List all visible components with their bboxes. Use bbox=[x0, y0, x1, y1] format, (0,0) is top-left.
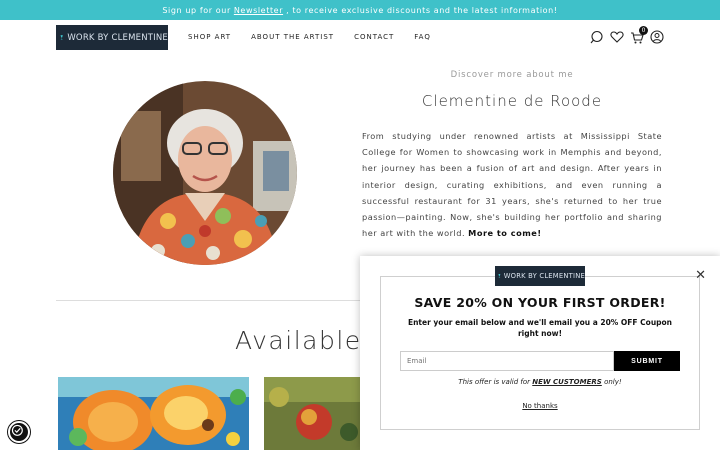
account-icon[interactable] bbox=[650, 30, 664, 44]
logo-glass-icon bbox=[498, 274, 501, 278]
accessibility-button[interactable] bbox=[8, 421, 30, 443]
bio-text: From studying under renowned artists at … bbox=[362, 131, 662, 239]
announcement-prefix: Sign up for our bbox=[162, 5, 231, 15]
popup-subtext: Enter your email below and we'll email y… bbox=[407, 318, 673, 338]
site-header: WORK BY CLEMENTINE SHOP ART ABOUT THE AR… bbox=[0, 20, 720, 56]
nav-shop-art[interactable]: SHOP ART bbox=[188, 33, 231, 41]
nav-faq[interactable]: FAQ bbox=[414, 33, 431, 41]
announcement-bar: Sign up for our Newsletter , to receive … bbox=[0, 0, 720, 20]
product-thumbnail[interactable] bbox=[264, 377, 364, 450]
search-icon[interactable] bbox=[590, 30, 604, 44]
cart-button[interactable]: 0 bbox=[630, 26, 648, 44]
popup-logo: WORK BY CLEMENTINE bbox=[495, 266, 585, 286]
announcement-suffix: , to receive exclusive discounts and the… bbox=[286, 5, 558, 15]
cart-count-badge: 0 bbox=[639, 26, 648, 35]
nav-contact[interactable]: CONTACT bbox=[354, 33, 394, 41]
product-thumbnail[interactable] bbox=[58, 377, 249, 450]
no-thanks-link[interactable]: No thanks bbox=[360, 402, 720, 410]
newsletter-link[interactable]: Newsletter bbox=[234, 6, 283, 15]
close-icon[interactable]: ✕ bbox=[695, 269, 706, 283]
section-title: Available bbox=[235, 326, 362, 355]
bio-more-to-come: More to come! bbox=[468, 228, 542, 239]
nav-about-the-artist[interactable]: ABOUT THE ARTIST bbox=[251, 33, 334, 41]
artist-bio: From studying under renowned artists at … bbox=[362, 128, 662, 241]
main-nav: SHOP ART ABOUT THE ARTIST CONTACT FAQ bbox=[188, 33, 431, 41]
header-icons: 0 bbox=[590, 26, 664, 44]
submit-button[interactable]: SUBMIT bbox=[614, 351, 680, 371]
logo-text: WORK BY CLEMENTINE bbox=[67, 32, 168, 43]
email-field[interactable] bbox=[400, 351, 614, 371]
offer-note: This offer is valid for NEW CUSTOMERS on… bbox=[360, 378, 720, 386]
popup-heading: SAVE 20% ON YOUR FIRST ORDER! bbox=[414, 295, 666, 310]
offer-prefix: This offer is valid for bbox=[458, 378, 531, 386]
popup-logo-text: WORK BY CLEMENTINE bbox=[503, 272, 585, 280]
site-logo[interactable]: WORK BY CLEMENTINE bbox=[56, 25, 168, 50]
offer-new-customers: NEW CUSTOMERS bbox=[532, 378, 602, 386]
about-section: Discover more about me Clementine de Roo… bbox=[362, 70, 662, 241]
about-eyebrow: Discover more about me bbox=[450, 70, 574, 80]
artist-name: Clementine de Roode bbox=[421, 92, 603, 110]
logo-glass-icon bbox=[60, 35, 63, 40]
accessibility-icon bbox=[11, 424, 23, 436]
offer-suffix: only! bbox=[604, 378, 622, 386]
heart-icon[interactable] bbox=[610, 30, 624, 44]
newsletter-popup: ✕ WORK BY CLEMENTINE SAVE 20% ON YOUR FI… bbox=[360, 256, 720, 450]
artist-portrait bbox=[113, 81, 297, 265]
